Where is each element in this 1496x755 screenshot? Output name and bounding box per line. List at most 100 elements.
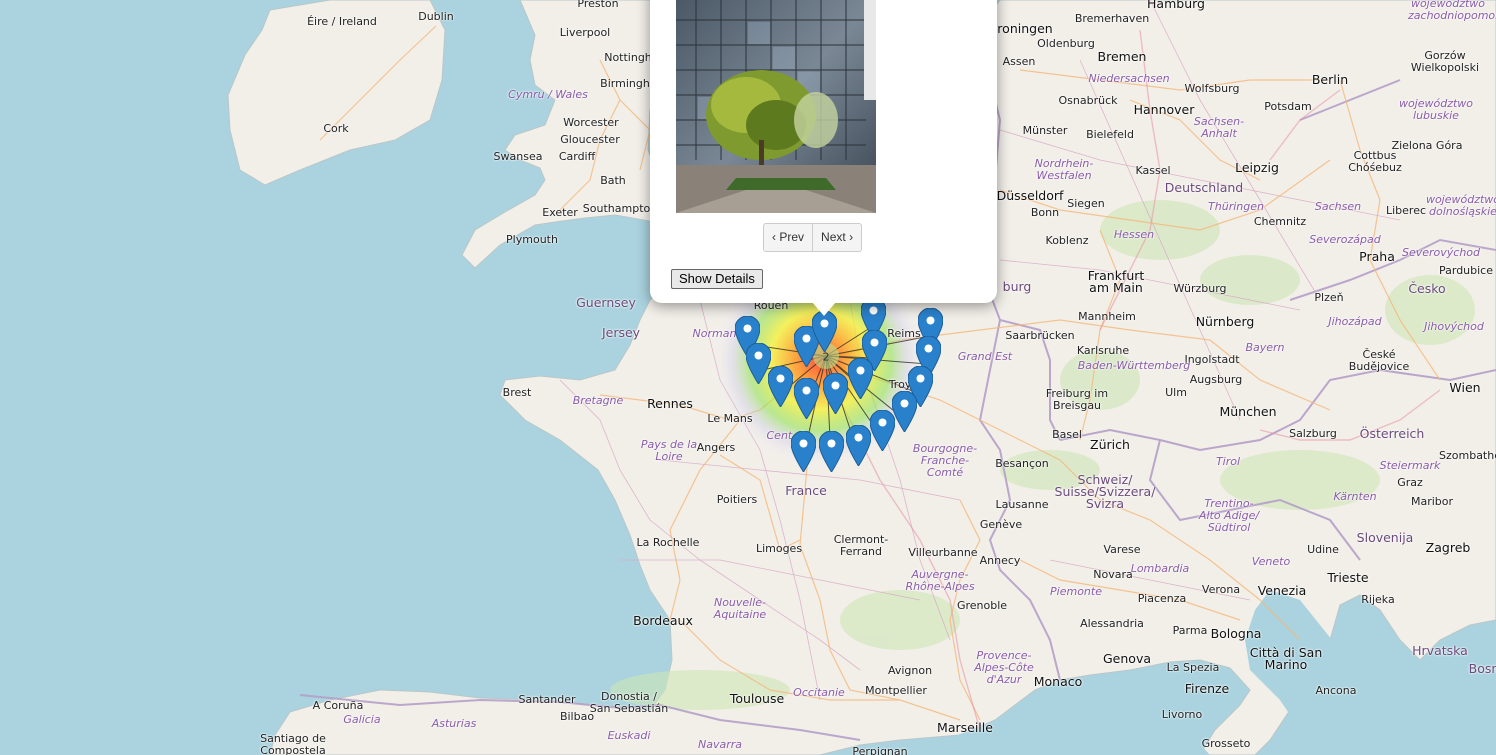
map-label-piemonte: Piemonte: [1050, 585, 1102, 598]
map-label-plymouth: Plymouth: [506, 233, 558, 246]
map-label-hamburg: Hamburg: [1147, 0, 1205, 11]
map-label-oldenburg: Oldenburg: [1037, 37, 1095, 50]
map-label-siegen: Siegen: [1067, 197, 1105, 210]
map-label-jihovychod: Jihovýchod: [1424, 320, 1484, 333]
map-label-grand-est: Grand Est: [957, 350, 1013, 363]
map-marker[interactable]: [818, 430, 845, 476]
map-label-venezia: Venezia: [1257, 583, 1307, 598]
map-label-cesko: Česko: [1408, 281, 1446, 296]
map-label-graz: Graz: [1397, 476, 1423, 489]
map-label-ancona: Ancona: [1315, 684, 1357, 697]
map-label-limoges: Limoges: [755, 542, 803, 555]
map-label-cardiff: Cardiff: [558, 150, 596, 163]
map-label-kassel: Kassel: [1135, 164, 1171, 177]
map-label-bremen: Bremen: [1097, 49, 1147, 64]
map-label-wien: Wien: [1449, 380, 1481, 395]
map-pin-icon: [790, 430, 817, 473]
map-label-muenster: Münster: [1022, 124, 1068, 137]
popup-tip: [812, 302, 836, 316]
map-label-southampton: Southampton: [582, 202, 658, 215]
map-label-ceske-bud: České Budějovice: [1348, 348, 1410, 373]
map-label-livorno: Livorno: [1161, 708, 1203, 721]
map-label-leipzig: Leipzig: [1235, 160, 1279, 175]
map-label-deutschland: Deutschland: [1164, 180, 1244, 195]
chevron-right-icon: ›: [849, 230, 854, 244]
map-label-hessen: Hessen: [1113, 228, 1155, 241]
map-label-perpignan: Perpignan: [852, 745, 908, 755]
map-marker[interactable]: [767, 365, 794, 411]
map-label-parma: Parma: [1172, 624, 1208, 637]
map-label-santander: Santander: [518, 693, 576, 706]
map-pin-icon: [822, 372, 849, 415]
map-pin-icon: [891, 390, 918, 433]
map-label-zagreb: Zagreb: [1425, 540, 1471, 555]
map-label-steiermark: Steiermark: [1379, 459, 1441, 472]
map-label-praha: Praha: [1359, 249, 1395, 264]
map-label-piacenza: Piacenza: [1137, 592, 1187, 605]
map-label-auvergne: Auvergne-Rhône-Alpes: [905, 568, 975, 593]
map-label-cork: Cork: [323, 122, 349, 135]
map-label-zuerich: Zürich: [1090, 437, 1130, 452]
map-marker[interactable]: [847, 357, 874, 403]
prev-button[interactable]: ‹ Prev: [763, 223, 814, 252]
map-marker[interactable]: [811, 310, 838, 356]
map-label-donostia: Donostia / San Sebastián: [589, 690, 669, 715]
map-label-nrw: Nordrhein-Westfalen: [1034, 157, 1094, 182]
map-label-duesseldorf: Düsseldorf: [996, 188, 1064, 203]
map-label-trentino: Trentino-Alto Adige/ Südtirol: [1198, 497, 1260, 534]
map-label-szombathely: Szombathe: [1439, 449, 1496, 462]
map-label-a-coruna: A Coruña: [312, 699, 364, 712]
map-label-severozapad: Severozápad: [1309, 233, 1381, 246]
map-label-karlsruhe: Karlsruhe: [1076, 344, 1130, 357]
map-label-brest: Brest: [502, 386, 532, 399]
map-label-ulm: Ulm: [1165, 386, 1187, 399]
prev-label: Prev: [779, 230, 805, 244]
show-details-button[interactable]: Show Details: [671, 269, 763, 289]
map-label-exeter: Exeter: [542, 206, 578, 219]
map-label-toulouse: Toulouse: [729, 691, 785, 706]
map-label-grenoble: Grenoble: [956, 599, 1008, 612]
map-marker[interactable]: [793, 377, 820, 423]
map-marker[interactable]: [845, 424, 872, 470]
map-label-gorzow: Gorzów Wielkopolski: [1410, 49, 1480, 74]
map-label-berlin: Berlin: [1311, 72, 1349, 87]
map-label-trieste: Trieste: [1327, 570, 1369, 585]
cluster-count[interactable]: 2: [823, 351, 830, 364]
map-marker[interactable]: [891, 390, 918, 436]
map-label-dublin: Dublin: [418, 10, 454, 23]
map-label-bayern: Bayern: [1245, 341, 1285, 354]
popup-photo[interactable]: [676, 0, 876, 213]
map-label-le-mans: Le Mans: [707, 412, 753, 425]
map-label-bologna: Bologna: [1210, 626, 1262, 641]
map-label-augsburg: Augsburg: [1189, 373, 1243, 386]
map-label-liverpool: Liverpool: [559, 26, 611, 39]
map-label-kaernten: Kärnten: [1333, 490, 1377, 503]
map-label-santiago: Santiago de Compostela: [260, 732, 326, 755]
map-label-asturias: Asturias: [431, 717, 477, 730]
map-label-genova: Genova: [1102, 651, 1152, 666]
map-label-lausanne: Lausanne: [995, 498, 1049, 511]
map-marker[interactable]: [869, 409, 896, 455]
map-label-liberec: Liberec: [1385, 204, 1427, 217]
map-label-firenze: Firenze: [1184, 681, 1230, 696]
map-label-lubuskie: województwo lubuskie: [1398, 97, 1474, 122]
map-label-jersey: Jersey: [601, 325, 641, 340]
map-label-la-spezia: La Spezia: [1166, 661, 1220, 674]
next-button[interactable]: Next ›: [813, 223, 863, 252]
map-label-chemnitz: Chemnitz: [1253, 215, 1307, 228]
map-label-avignon: Avignon: [887, 664, 933, 677]
map-label-sachsen-anhalt: Sachsen-Anhalt: [1193, 115, 1245, 140]
map-label-cymru: Cymru / Wales: [508, 88, 588, 101]
map-label-plzen: Plzeň: [1314, 291, 1344, 304]
map-label-niedersachsen: Niedersachsen: [1088, 72, 1170, 85]
map-marker[interactable]: [790, 430, 817, 476]
map-label-lombardia: Lombardia: [1130, 562, 1190, 575]
map-label-bielefeld: Bielefeld: [1086, 128, 1134, 141]
map-label-bosn: Bosn: [1468, 661, 1496, 676]
map-pin-icon: [811, 310, 838, 353]
chevron-left-icon: ‹: [772, 230, 776, 244]
map-label-france: France: [785, 483, 827, 498]
map-marker[interactable]: [822, 372, 849, 418]
map-label-salzburg: Salzburg: [1289, 427, 1337, 440]
map-label-poitiers: Poitiers: [716, 493, 758, 506]
